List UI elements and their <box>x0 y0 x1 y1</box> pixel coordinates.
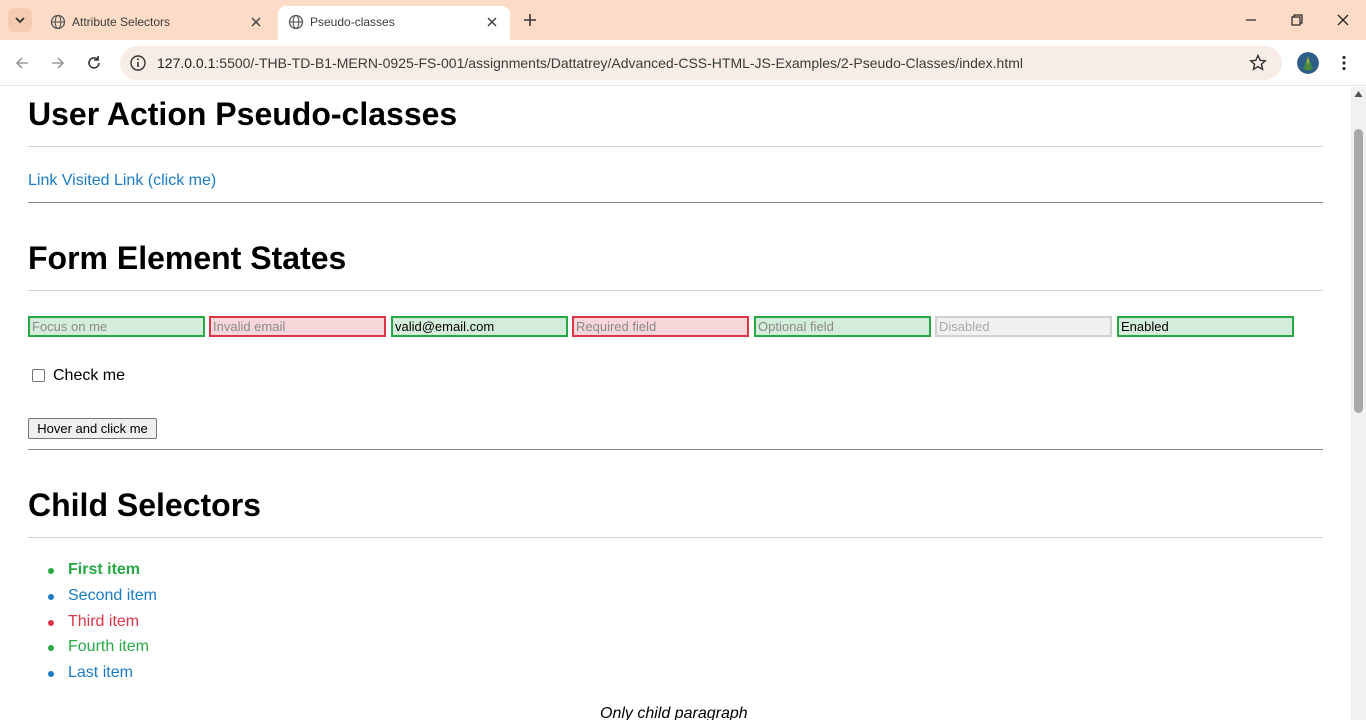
heading-underline <box>28 146 1323 147</box>
list-item-text: First item <box>68 561 141 578</box>
optional-input[interactable]: Optional field <box>754 316 931 337</box>
tab-title: Pseudo-classes <box>310 15 395 29</box>
page-viewport: User Action Pseudo-classes Link Visited … <box>0 87 1351 720</box>
placeholder-text: Disabled <box>939 319 990 334</box>
more-menu-icon[interactable] <box>1334 53 1354 73</box>
section-divider <box>28 449 1323 450</box>
input-value: Enabled <box>1121 319 1169 334</box>
tab-search-button[interactable] <box>8 8 32 32</box>
avatar-image <box>1297 52 1319 74</box>
list-item-text: Fourth item <box>68 638 149 655</box>
placeholder-text: Invalid email <box>213 319 286 334</box>
bullet <box>48 620 54 626</box>
hover-click-button[interactable]: Hover and click me <box>28 418 157 439</box>
focus-input[interactable]: Focus on me <box>28 316 205 337</box>
close-icon[interactable] <box>484 14 500 30</box>
required-input[interactable]: Required field <box>572 316 749 337</box>
chevron-down-icon <box>15 17 25 24</box>
close-icon[interactable] <box>248 14 264 30</box>
vertical-scrollbar[interactable] <box>1351 87 1366 720</box>
checkbox-label[interactable]: Check me <box>53 367 125 385</box>
only-child-paragraph: Only child paragraph <box>600 705 748 720</box>
tab-title: Attribute Selectors <box>72 15 171 29</box>
restore-icon[interactable] <box>1287 10 1307 30</box>
placeholder-text: Required field <box>576 319 657 334</box>
disabled-input: Disabled <box>935 316 1112 337</box>
check-me-checkbox[interactable] <box>32 369 45 382</box>
list-item-text: Last item <box>68 664 133 681</box>
globe-icon <box>50 14 66 30</box>
scrollbar-thumb[interactable] <box>1354 129 1363 413</box>
close-window-icon[interactable] <box>1333 10 1353 30</box>
url-text[interactable]: 127.0.0.1:5500/-THB-TD-B1-MERN-0925-FS-0… <box>157 55 1023 71</box>
list-item-text: Second item <box>68 587 157 604</box>
url-host: 127.0.0.1 <box>157 55 216 71</box>
scroll-up-arrow-icon[interactable] <box>1354 90 1363 98</box>
back-arrow-icon[interactable] <box>12 53 32 73</box>
tab-pseudo-classes[interactable]: Pseudo-classes <box>278 6 510 40</box>
url-path: :5500/-THB-TD-B1-MERN-0925-FS-001/assign… <box>215 55 1024 71</box>
bullet <box>48 671 54 677</box>
bullet <box>48 594 54 600</box>
bullet <box>48 568 54 574</box>
browser-toolbar: 127.0.0.1:5500/-THB-TD-B1-MERN-0925-FS-0… <box>0 40 1366 86</box>
heading-underline <box>28 290 1323 291</box>
list-item-text: Third item <box>68 613 140 630</box>
section-heading-child-selectors: Child Selectors <box>28 487 261 523</box>
reload-icon[interactable] <box>84 53 104 73</box>
section-heading-form-states: Form Element States <box>28 240 347 276</box>
minimize-icon[interactable] <box>1241 10 1261 30</box>
valid-email-input[interactable]: valid@email.com <box>391 316 568 337</box>
profile-avatar[interactable] <box>1297 52 1319 74</box>
bullet <box>48 645 54 651</box>
input-value: valid@email.com <box>395 319 495 334</box>
visited-link[interactable]: Link Visited Link (click me) <box>28 172 216 190</box>
new-tab-icon[interactable] <box>520 10 540 30</box>
placeholder-text: Optional field <box>758 319 834 334</box>
bookmark-star-icon[interactable] <box>1248 53 1268 73</box>
placeholder-text: Focus on me <box>32 319 108 334</box>
site-info-icon[interactable] <box>128 53 148 73</box>
forward-arrow-icon[interactable] <box>48 53 68 73</box>
section-heading-user-action: User Action Pseudo-classes <box>28 96 458 132</box>
tab-strip: Attribute Selectors Pseudo-classes <box>0 0 1366 40</box>
tab-attribute-selectors[interactable]: Attribute Selectors <box>40 6 274 40</box>
address-bar[interactable]: 127.0.0.1:5500/-THB-TD-B1-MERN-0925-FS-0… <box>120 46 1282 80</box>
enabled-input[interactable]: Enabled <box>1117 316 1294 337</box>
section-divider <box>28 202 1323 203</box>
invalid-email-input[interactable]: Invalid email <box>209 316 386 337</box>
heading-underline <box>28 537 1323 538</box>
globe-icon <box>288 14 304 30</box>
